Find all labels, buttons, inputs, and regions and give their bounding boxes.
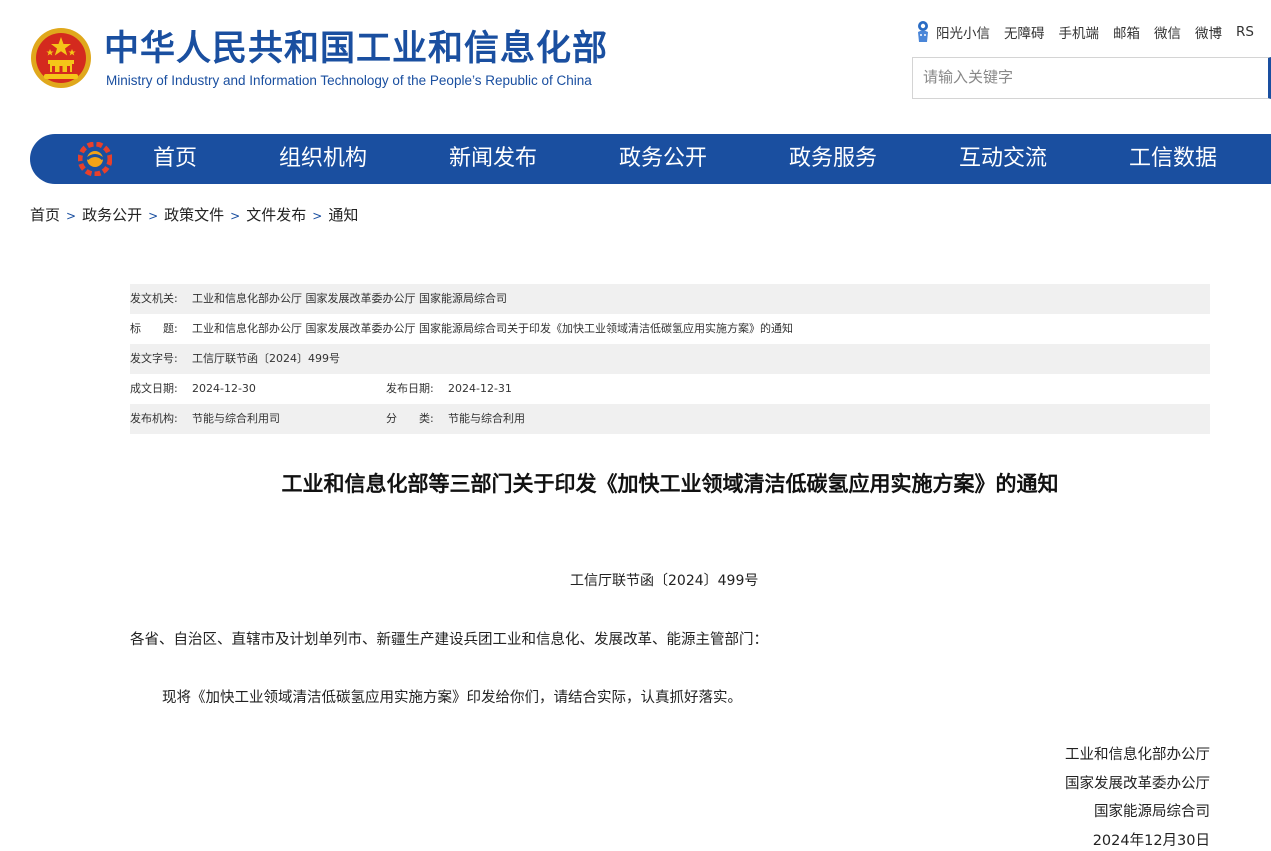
nav-item-gov-services[interactable]: 政务服务 bbox=[789, 134, 877, 184]
nav-item-home[interactable]: 首页 bbox=[153, 134, 197, 184]
top-link-mobile[interactable]: 手机端 bbox=[1059, 22, 1100, 42]
meta-org: 节能与综合利用司 bbox=[192, 412, 280, 425]
top-link-rss[interactable]: RS bbox=[1236, 24, 1254, 40]
meta-category: 节能与综合利用 bbox=[448, 412, 525, 425]
breadcrumb: 首页 > 政务公开 > 政策文件 > 文件发布 > 通知 bbox=[30, 204, 358, 225]
article-body: 现将《加快工业领域清洁低碳氢应用实施方案》印发给你们，请结合实际，认真抓好落实。 bbox=[162, 690, 742, 706]
meta-label: 发文字号: bbox=[130, 352, 178, 365]
site-title[interactable]: 中华人民共和国工业和信息化部 bbox=[104, 27, 608, 71]
meta-issuer: 工业和信息化部办公厅 国家发展改革委办公厅 国家能源局综合司 bbox=[192, 292, 507, 305]
mascot-icon bbox=[918, 21, 928, 42]
article-doc-number: 工信厅联节函〔2024〕499号 bbox=[570, 573, 759, 589]
miit-logo-icon[interactable] bbox=[78, 142, 112, 176]
top-link-accessibility[interactable]: 无障碍 bbox=[1004, 22, 1045, 42]
nav-item-data[interactable]: 工信数据 bbox=[1129, 134, 1217, 184]
breadcrumb-gov-affairs[interactable]: 政务公开 bbox=[82, 206, 142, 224]
signature-date: 2024年12月30日 bbox=[1092, 833, 1210, 849]
breadcrumb-separator: > bbox=[312, 209, 323, 223]
article-title: 工业和信息化部等三部门关于印发《加快工业领域清洁低碳氢应用实施方案》的通知 bbox=[281, 472, 1059, 496]
site-subtitle-en: Ministry of Industry and Information Tec… bbox=[106, 73, 592, 88]
meta-title: 工业和信息化部办公厅 国家发展改革委办公厅 国家能源局综合司关于印发《加快工业领… bbox=[192, 322, 793, 335]
meta-row-org: 发布机构: 节能与综合利用司 分 类: 节能与综合利用 bbox=[130, 404, 1210, 434]
nav-item-organization[interactable]: 组织机构 bbox=[279, 134, 367, 184]
signatory-ndrc: 国家发展改革委办公厅 bbox=[1065, 776, 1210, 792]
breadcrumb-separator: > bbox=[148, 209, 159, 223]
meta-row-title: 标 题: 工业和信息化部办公厅 国家发展改革委办公厅 国家能源局综合司关于印发《… bbox=[130, 314, 1210, 344]
meta-published-date: 2024-12-31 bbox=[448, 382, 512, 395]
meta-label: 分 类: bbox=[386, 412, 434, 425]
meta-row-dates: 成文日期: 2024-12-30 发布日期: 2024-12-31 bbox=[130, 374, 1210, 404]
nav-item-news[interactable]: 新闻发布 bbox=[449, 134, 537, 184]
breadcrumb-doc-release[interactable]: 文件发布 bbox=[246, 206, 306, 224]
top-links-bar: 阳光小信 无障碍 手机端 邮箱 微信 微博 RS bbox=[914, 20, 1268, 44]
meta-label: 发文机关: bbox=[130, 292, 178, 305]
meta-row-docnum: 发文字号: 工信厅联节函〔2024〕499号 bbox=[130, 344, 1210, 374]
breadcrumb-policy-docs[interactable]: 政策文件 bbox=[164, 206, 224, 224]
meta-row-issuer: 发文机关: 工业和信息化部办公厅 国家发展改革委办公厅 国家能源局综合司 bbox=[130, 284, 1210, 314]
breadcrumb-separator: > bbox=[66, 209, 77, 223]
meta-docnum: 工信厅联节函〔2024〕499号 bbox=[192, 352, 340, 365]
breadcrumb-home[interactable]: 首页 bbox=[30, 206, 60, 224]
meta-label: 标 题: bbox=[130, 322, 178, 335]
national-emblem-icon bbox=[30, 27, 92, 89]
top-link-sunshine[interactable]: 阳光小信 bbox=[936, 22, 990, 42]
search-box bbox=[912, 57, 1271, 99]
meta-created-date: 2024-12-30 bbox=[192, 382, 256, 395]
nav-item-interaction[interactable]: 互动交流 bbox=[959, 134, 1047, 184]
main-nav: 首页 组织机构 新闻发布 政务公开 政务服务 互动交流 工信数据 bbox=[30, 134, 1271, 184]
article-addressee: 各省、自治区、直辖市及计划单列市、新疆生产建设兵团工业和信息化、发展改革、能源主… bbox=[130, 632, 768, 648]
top-link-wechat[interactable]: 微信 bbox=[1154, 22, 1181, 42]
meta-label: 成文日期: bbox=[130, 382, 178, 395]
search-input[interactable] bbox=[913, 58, 1263, 96]
meta-label: 发布日期: bbox=[386, 382, 434, 395]
breadcrumb-separator: > bbox=[230, 209, 241, 223]
meta-label: 发布机构: bbox=[130, 412, 178, 425]
document-meta-table: 发文机关: 工业和信息化部办公厅 国家发展改革委办公厅 国家能源局综合司 标 题… bbox=[130, 284, 1210, 434]
signatory-nea: 国家能源局综合司 bbox=[1094, 804, 1210, 820]
nav-item-gov-affairs[interactable]: 政务公开 bbox=[619, 134, 707, 184]
breadcrumb-notice[interactable]: 通知 bbox=[328, 206, 358, 224]
signatory-miit: 工业和信息化部办公厅 bbox=[1065, 747, 1210, 763]
top-link-weibo[interactable]: 微博 bbox=[1195, 22, 1222, 42]
top-link-email[interactable]: 邮箱 bbox=[1113, 22, 1140, 42]
